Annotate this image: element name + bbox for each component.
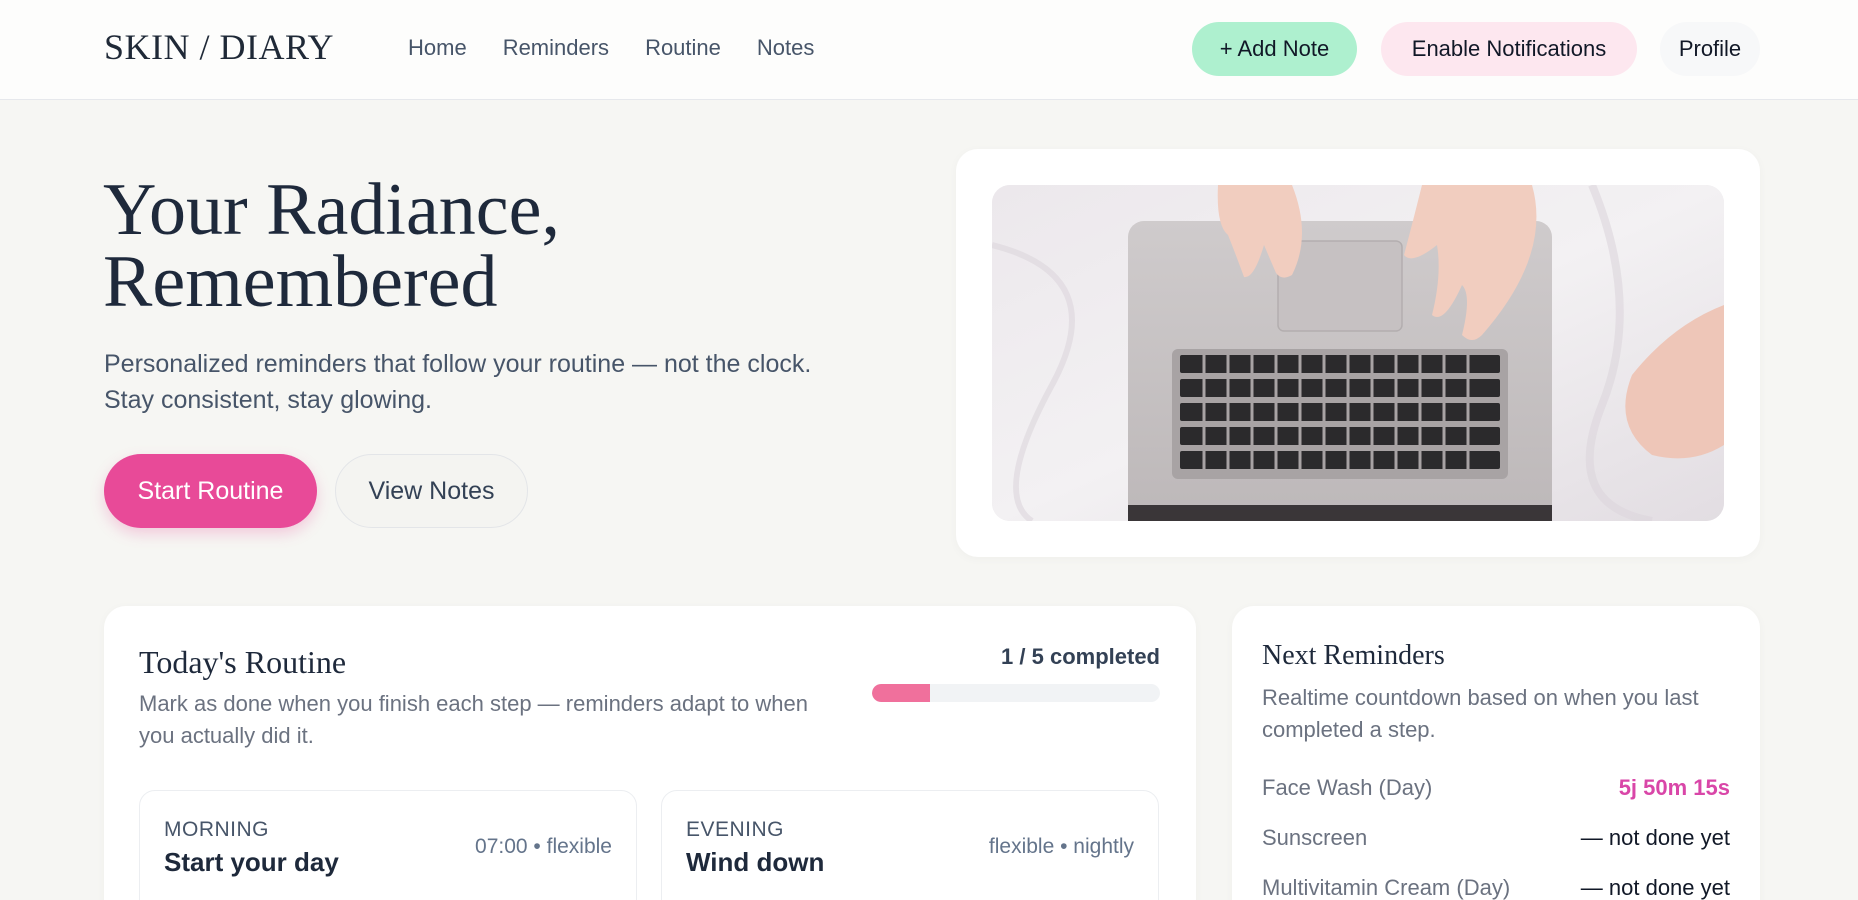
slot-name: Wind down xyxy=(686,847,825,877)
progress-label: 1 / 5 completed xyxy=(1001,644,1160,669)
enable-notifications-button[interactable]: Enable Notifications xyxy=(1381,22,1637,76)
hero-photo xyxy=(992,185,1724,521)
hero-subtitle-line1: Personalized reminders that follow your … xyxy=(104,350,812,378)
nav-notes[interactable]: Notes xyxy=(757,35,814,61)
hero-title: Your Radiance, Remembered xyxy=(103,173,560,319)
profile-button[interactable]: Profile xyxy=(1660,22,1760,76)
add-note-button[interactable]: + Add Note xyxy=(1192,22,1357,76)
todays-routine-card: Today's Routine Mark as done when you fi… xyxy=(104,606,1196,900)
hero-subtitle: Personalized reminders that follow your … xyxy=(104,346,904,418)
routine-description: Mark as done when you finish each step —… xyxy=(139,691,808,748)
reminder-status: — not done yet xyxy=(1580,825,1730,850)
reminders-description: Realtime countdown based on when you las… xyxy=(1262,685,1699,742)
reminder-status: — not done yet xyxy=(1580,875,1730,900)
view-notes-button[interactable]: View Notes xyxy=(335,454,528,528)
slot-label: MORNING xyxy=(164,818,269,841)
hero-title-line2: Remembered xyxy=(103,241,498,323)
nav-home[interactable]: Home xyxy=(408,35,467,61)
next-reminders-card: Next Reminders Realtime countdown based … xyxy=(1232,606,1760,900)
reminder-name: Sunscreen xyxy=(1262,825,1368,850)
top-header: SKIN / DIARY Home Reminders Routine Note… xyxy=(0,0,1858,100)
slot-label: EVENING xyxy=(686,818,785,841)
reminder-row: Multivitamin Cream (Day) — not done yet xyxy=(1262,868,1730,900)
reminder-row: Face Wash (Day) 5j 50m 15s xyxy=(1262,768,1730,808)
nav-reminders[interactable]: Reminders xyxy=(503,35,609,61)
laptop-hands-illustration xyxy=(992,185,1724,521)
routine-title: Today's Routine xyxy=(139,644,347,680)
nav-routine[interactable]: Routine xyxy=(645,35,721,61)
reminder-name: Multivitamin Cream (Day) xyxy=(1262,875,1511,900)
reminders-title: Next Reminders xyxy=(1262,640,1445,671)
progress-bar xyxy=(872,684,1160,702)
hero-title-line1: Your Radiance, xyxy=(103,169,560,251)
app-logo[interactable]: SKIN / DIARY xyxy=(104,26,334,68)
reminder-name: Face Wash (Day) xyxy=(1262,775,1433,800)
hero-image-card xyxy=(956,149,1760,557)
slot-meta: 07:00 • flexible xyxy=(475,835,612,858)
start-routine-button[interactable]: Start Routine xyxy=(104,454,317,528)
morning-slot[interactable]: MORNING Start your day 07:00 • flexible xyxy=(139,790,637,900)
hero-subtitle-line2: Stay consistent, stay glowing. xyxy=(104,386,432,414)
reminder-countdown: 5j 50m 15s xyxy=(1618,775,1730,800)
progress-bar-fill xyxy=(872,684,930,702)
main-nav: Home Reminders Routine Notes xyxy=(408,35,814,61)
slot-name: Start your day xyxy=(164,847,339,877)
evening-slot[interactable]: EVENING Wind down flexible • nightly xyxy=(661,790,1159,900)
slot-meta: flexible • nightly xyxy=(988,835,1134,858)
reminder-row: Sunscreen — not done yet xyxy=(1262,818,1730,858)
